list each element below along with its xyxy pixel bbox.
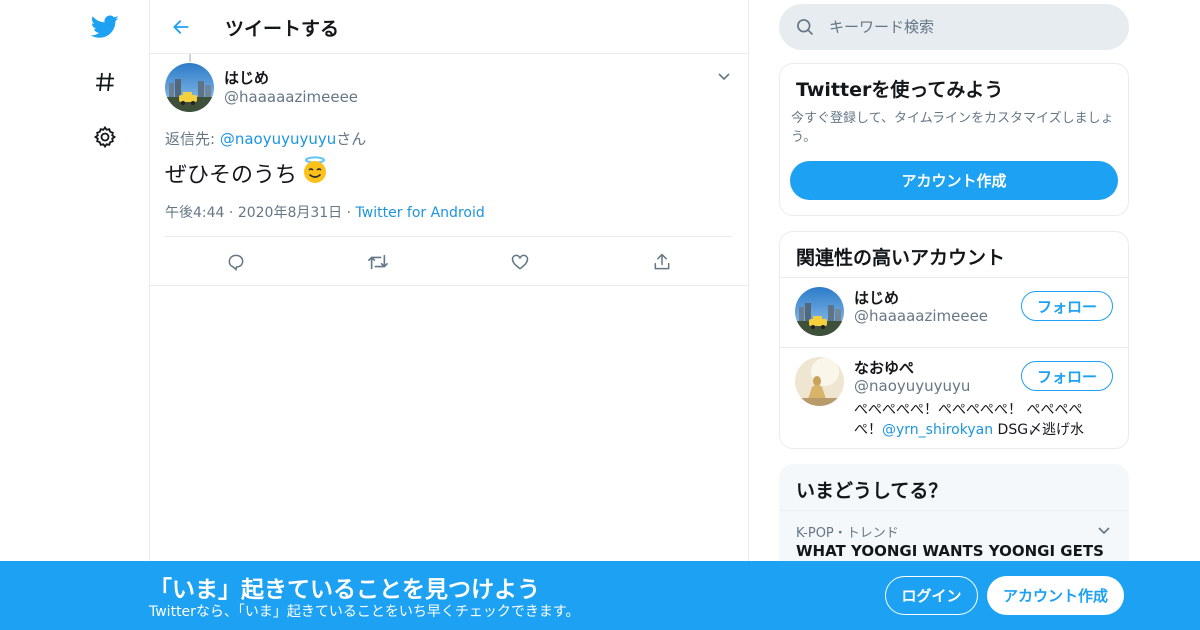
- account-name[interactable]: なおゆぺ: [854, 357, 914, 378]
- left-nav: [80, 0, 130, 630]
- follow-button[interactable]: フォロー: [1021, 291, 1113, 321]
- trends-title: いまどうしてる？: [796, 480, 948, 502]
- related-accounts-title: 関連性の高いアカウント: [796, 247, 1006, 269]
- tweet-text: ぜひそのうち: [165, 156, 329, 190]
- chevron-down-icon[interactable]: [714, 66, 734, 86]
- search-input[interactable]: [829, 16, 1109, 38]
- banner-subtitle: Twitterなら、「いま」起きていることをいち早くチェックできます。: [149, 604, 580, 620]
- account-name[interactable]: はじめ: [854, 287, 899, 308]
- create-account-button[interactable]: アカウント作成: [790, 161, 1118, 200]
- tweet-actions: [165, 236, 733, 286]
- meta-separator: ·: [228, 205, 238, 221]
- signup-card: Twitterを使ってみよう 今すぐ登録して、タイムラインをカスタマイズしましょ…: [779, 63, 1129, 216]
- trend-context: K-POP・トレンド: [796, 526, 899, 541]
- tweet-source-link[interactable]: Twitter for Android: [356, 205, 485, 221]
- meta-separator: ·: [346, 205, 356, 221]
- main-column: ツイートする はじめ @haaaaazimeeee 返信先: @naoyuyuy…: [149, 0, 749, 630]
- signup-banner: 「いま」起きていることを見つけよう Twitterなら、「いま」起きていることを…: [0, 561, 1200, 630]
- gear-icon[interactable]: [90, 122, 120, 152]
- tweet-detail: はじめ @haaaaazimeeee 返信先: @naoyuyuyuyuさん ぜ…: [150, 0, 748, 286]
- account-handle[interactable]: @haaaaazimeeee: [854, 307, 988, 325]
- like-icon[interactable]: [507, 249, 533, 275]
- divider: [780, 347, 1128, 348]
- reply-icon[interactable]: [223, 249, 249, 275]
- retweet-icon[interactable]: [365, 249, 391, 275]
- tweet-metadata: 午後4:44 · 2020年8月31日 · Twitter for Androi…: [165, 202, 485, 222]
- trend-name[interactable]: WHAT YOONGI WANTS YOONGI GETS: [796, 542, 1104, 560]
- bio-mention-link[interactable]: @yrn_shirokyan: [882, 422, 993, 438]
- thread-line: [189, 54, 191, 62]
- search-box[interactable]: [779, 4, 1129, 50]
- signup-card-title: Twitterを使ってみよう: [796, 79, 1004, 101]
- create-account-button[interactable]: アカウント作成: [987, 576, 1124, 615]
- related-accounts-card: 関連性の高いアカウント はじめ @haaaaazimeeee フォロー なおゆぺ…: [779, 231, 1129, 449]
- twitter-bird-icon[interactable]: [90, 12, 120, 42]
- reply-suffix: さん: [336, 130, 367, 148]
- share-icon[interactable]: [649, 249, 675, 275]
- divider: [780, 277, 1128, 278]
- account-bio: ぺぺぺぺぺ！ぺぺぺぺぺ！ ぺぺぺぺぺ！@yrn_shirokyan DSG〆逃げ…: [854, 400, 1104, 440]
- page: ツイートする はじめ @haaaaazimeeee 返信先: @naoyuyuy…: [0, 0, 1200, 630]
- tweet-time[interactable]: 午後4:44: [165, 205, 224, 221]
- login-button[interactable]: ログイン: [885, 576, 978, 615]
- bio-text: DSG〆逃げ水: [993, 422, 1085, 438]
- tweet-date[interactable]: 2020年8月31日: [238, 205, 342, 221]
- hashtag-icon[interactable]: [90, 67, 120, 97]
- signup-card-body: 今すぐ登録して、タイムラインをカスタマイズしましょう。: [791, 111, 1114, 145]
- reply-context: 返信先: @naoyuyuyuyuさん: [165, 128, 366, 149]
- divider: [780, 510, 1128, 511]
- avatar[interactable]: [165, 63, 214, 112]
- follow-button[interactable]: フォロー: [1021, 361, 1113, 391]
- reply-prefix: 返信先:: [165, 130, 220, 148]
- halo-face-emoji-icon: [301, 156, 329, 190]
- account-handle[interactable]: @naoyuyuyuyu: [854, 377, 970, 395]
- tweet-author-name[interactable]: はじめ: [224, 67, 269, 88]
- avatar[interactable]: [795, 357, 844, 406]
- tweet-body: ぜひそのうち: [165, 163, 298, 188]
- avatar[interactable]: [795, 287, 844, 336]
- search-icon: [795, 17, 815, 37]
- reply-to-link[interactable]: @naoyuyuyuyu: [220, 130, 336, 148]
- banner-title: 「いま」起きていることを見つけよう: [149, 577, 540, 603]
- tweet-author-handle[interactable]: @haaaaazimeeee: [224, 88, 358, 106]
- chevron-down-icon[interactable]: [1094, 520, 1114, 540]
